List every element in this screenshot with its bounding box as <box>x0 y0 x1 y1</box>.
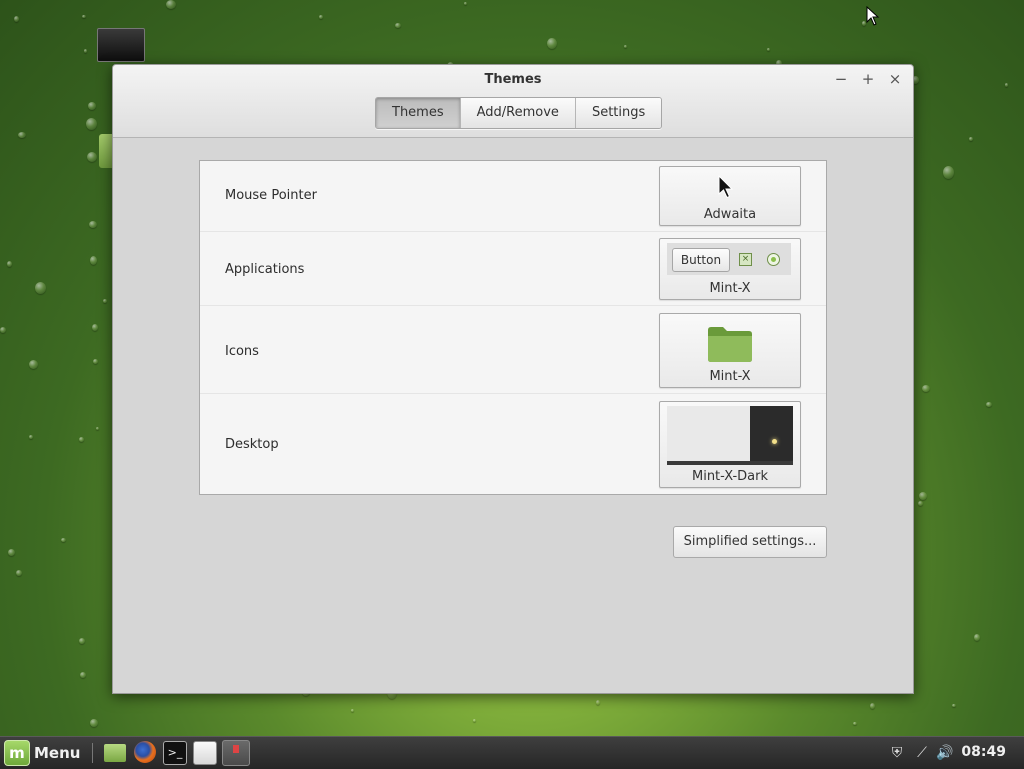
network-icon[interactable]: ⟋ <box>913 744 931 762</box>
minimize-button[interactable]: − <box>831 70 851 88</box>
row-mouse-pointer: Mouse Pointer Adwaita <box>200 161 826 232</box>
wallpaper-drop <box>547 38 557 49</box>
mint-logo-icon: m <box>4 740 30 766</box>
folder-preview-icon <box>708 327 752 362</box>
window-content: Mouse Pointer Adwaita Applications Butto… <box>113 138 913 693</box>
wallpaper-drop <box>969 137 973 141</box>
wallpaper-drop <box>14 16 19 22</box>
wallpaper-drop <box>82 15 86 18</box>
wallpaper-drop <box>974 634 980 641</box>
tab-themes[interactable]: Themes <box>376 98 460 128</box>
row-label: Icons <box>225 344 259 359</box>
wallpaper-drop <box>92 324 98 331</box>
wallpaper-drop <box>943 166 954 179</box>
computer-icon <box>97 28 145 62</box>
wallpaper-drop <box>89 221 97 228</box>
desktop-theme-button[interactable]: Mint-X-Dark <box>659 401 801 488</box>
terminal-icon[interactable]: >_ <box>163 741 187 765</box>
close-button[interactable]: × <box>885 70 905 88</box>
wallpaper-drop <box>1005 83 1008 87</box>
row-desktop: Desktop Mint-X-Dark <box>200 394 826 494</box>
radio-preview-icon <box>767 253 780 266</box>
taskbar: m Menu >_ ⛨ ⟋ 🔊 08:49 <box>0 736 1024 769</box>
wallpaper-drop <box>464 2 467 5</box>
wallpaper-drop <box>18 132 26 138</box>
menu-button[interactable]: m Menu <box>4 740 80 766</box>
checkbox-preview-icon: × <box>739 253 752 266</box>
row-label: Applications <box>225 262 305 277</box>
wallpaper-drop <box>8 549 15 556</box>
wallpaper-drop <box>596 700 600 705</box>
wallpaper-drop <box>767 48 770 51</box>
mouse-pointer-theme-button[interactable]: Adwaita <box>659 166 801 226</box>
row-label: Mouse Pointer <box>225 188 317 203</box>
wallpaper-drop <box>35 282 46 294</box>
theme-name: Mint-X <box>709 281 751 296</box>
tab-add-remove[interactable]: Add/Remove <box>459 98 575 128</box>
wallpaper-drop <box>29 435 33 439</box>
wallpaper-drop <box>86 118 97 130</box>
wallpaper-drop <box>103 299 107 303</box>
row-icons: Icons Mint-X <box>200 306 826 394</box>
window-list-icon[interactable] <box>222 740 250 766</box>
wallpaper-drop <box>624 45 627 48</box>
theme-name: Mint-X-Dark <box>691 469 768 484</box>
applications-theme-button[interactable]: Button × Mint-X <box>659 238 801 300</box>
wallpaper-drop <box>922 385 930 392</box>
firefox-icon[interactable] <box>134 741 156 763</box>
wallpaper-drop <box>952 704 956 707</box>
wallpaper-drop <box>853 722 857 725</box>
wallpaper-drop <box>473 719 476 722</box>
wallpaper-drop <box>395 23 401 28</box>
wallpaper-drop <box>870 703 875 709</box>
volume-icon[interactable]: 🔊 <box>936 744 954 762</box>
menu-label: Menu <box>34 744 81 762</box>
theme-name: Mint-X <box>709 369 751 384</box>
wallpaper-drop <box>351 709 354 712</box>
theme-list: Mouse Pointer Adwaita Applications Butto… <box>199 160 827 495</box>
mouse-cursor-icon <box>866 6 880 26</box>
clock[interactable]: 08:49 <box>961 744 1006 760</box>
icons-theme-button[interactable]: Mint-X <box>659 313 801 388</box>
wallpaper-drop <box>166 0 176 9</box>
wallpaper-drop <box>986 402 992 407</box>
maximize-button[interactable]: + <box>858 70 878 88</box>
desktop-preview <box>667 406 793 465</box>
tab-bar: Themes Add/Remove Settings <box>375 97 663 129</box>
file-manager-icon[interactable] <box>104 744 126 762</box>
pointer-preview-icon <box>718 175 734 199</box>
wallpaper-drop <box>918 501 923 506</box>
gtk-preview: Button × <box>667 243 791 275</box>
wallpaper-drop <box>319 15 323 19</box>
wallpaper-drop <box>90 256 97 265</box>
wallpaper-drop <box>88 102 96 110</box>
wallpaper-drop <box>90 719 98 727</box>
row-label: Desktop <box>225 437 279 452</box>
shield-icon[interactable]: ⛨ <box>888 744 906 762</box>
wallpaper-drop <box>61 538 66 542</box>
theme-name: Adwaita <box>703 207 757 222</box>
wallpaper-drop <box>79 638 85 644</box>
wallpaper-drop <box>93 359 98 364</box>
wallpaper-drop <box>79 437 84 442</box>
wallpaper-drop <box>7 261 12 267</box>
taskbar-separator <box>92 743 93 763</box>
wallpaper-drop <box>80 672 86 678</box>
text-editor-icon[interactable] <box>193 741 217 765</box>
wallpaper-drop <box>919 492 927 500</box>
simplified-settings-button[interactable]: Simplified settings... <box>673 526 827 558</box>
wallpaper-drop <box>96 427 99 430</box>
wallpaper-drop <box>16 570 22 576</box>
row-applications: Applications Button × Mint-X <box>200 232 826 306</box>
window-title: Themes <box>484 72 542 87</box>
dark-panel-preview <box>750 406 793 465</box>
wallpaper-drop <box>29 360 38 369</box>
themes-window: Themes − + × Themes Add/Remove Settings … <box>112 64 914 694</box>
wallpaper-drop <box>0 327 6 333</box>
preview-sample-button: Button <box>672 248 730 272</box>
window-titlebar[interactable]: Themes − + × Themes Add/Remove Settings <box>113 65 913 138</box>
tab-settings[interactable]: Settings <box>574 98 662 128</box>
